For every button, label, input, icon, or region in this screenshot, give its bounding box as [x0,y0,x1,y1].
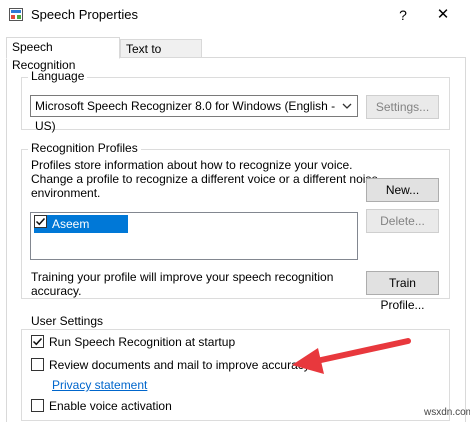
user-settings-group-label: User Settings [28,314,107,328]
run-at-startup-label: Run Speech Recognition at startup [49,335,236,349]
profiles-list[interactable]: Aseem Kishore [30,212,358,260]
control-panel-icon [9,8,23,21]
window-title: Speech Properties [31,7,138,22]
profiles-description-line-3: environment. [31,186,101,200]
help-button[interactable]: ? [392,4,414,26]
chevron-down-icon [342,103,352,109]
review-documents-checkbox[interactable] [31,358,44,371]
close-button[interactable]: ✕ [428,4,458,26]
voice-activation-checkbox[interactable] [31,399,44,412]
new-profile-button[interactable]: New... [366,178,439,202]
train-profile-button[interactable]: Train Profile... [366,271,439,312]
review-documents-label: Review documents and mail to improve acc… [49,358,310,372]
tab-speech-recognition[interactable]: Speech Recognition [6,37,120,72]
settings-button[interactable]: Settings... [366,95,439,119]
checkmark-icon [35,217,46,226]
delete-profile-button[interactable]: Delete... [366,209,439,233]
speech-properties-window: Speech Properties ? ✕ Speech Recognition… [0,0,470,422]
profiles-description-line-1: Profiles store information about how to … [31,158,353,172]
privacy-statement-link[interactable]: Privacy statement [52,378,147,392]
profiles-description-line-2: Change a profile to recognize a differen… [31,172,379,186]
tab-text-to-speech[interactable]: Text to Speech [120,39,202,74]
training-text-line-1: Training your profile will improve your … [31,270,334,284]
run-at-startup-checkbox[interactable] [31,335,44,348]
profile-item-aseem-kishore[interactable]: Aseem Kishore [34,215,128,249]
watermark: wsxdn.com [424,407,470,418]
recognizer-select[interactable]: Microsoft Speech Recognizer 8.0 for Wind… [30,95,358,133]
profile-item-checkbox[interactable] [34,215,47,228]
checkmark-icon [32,337,43,346]
title-bar: Speech Properties ? ✕ [0,0,470,30]
voice-activation-label: Enable voice activation [49,399,172,413]
training-text-line-2: accuracy. [31,284,82,298]
recognition-profiles-group-label: Recognition Profiles [28,141,141,155]
